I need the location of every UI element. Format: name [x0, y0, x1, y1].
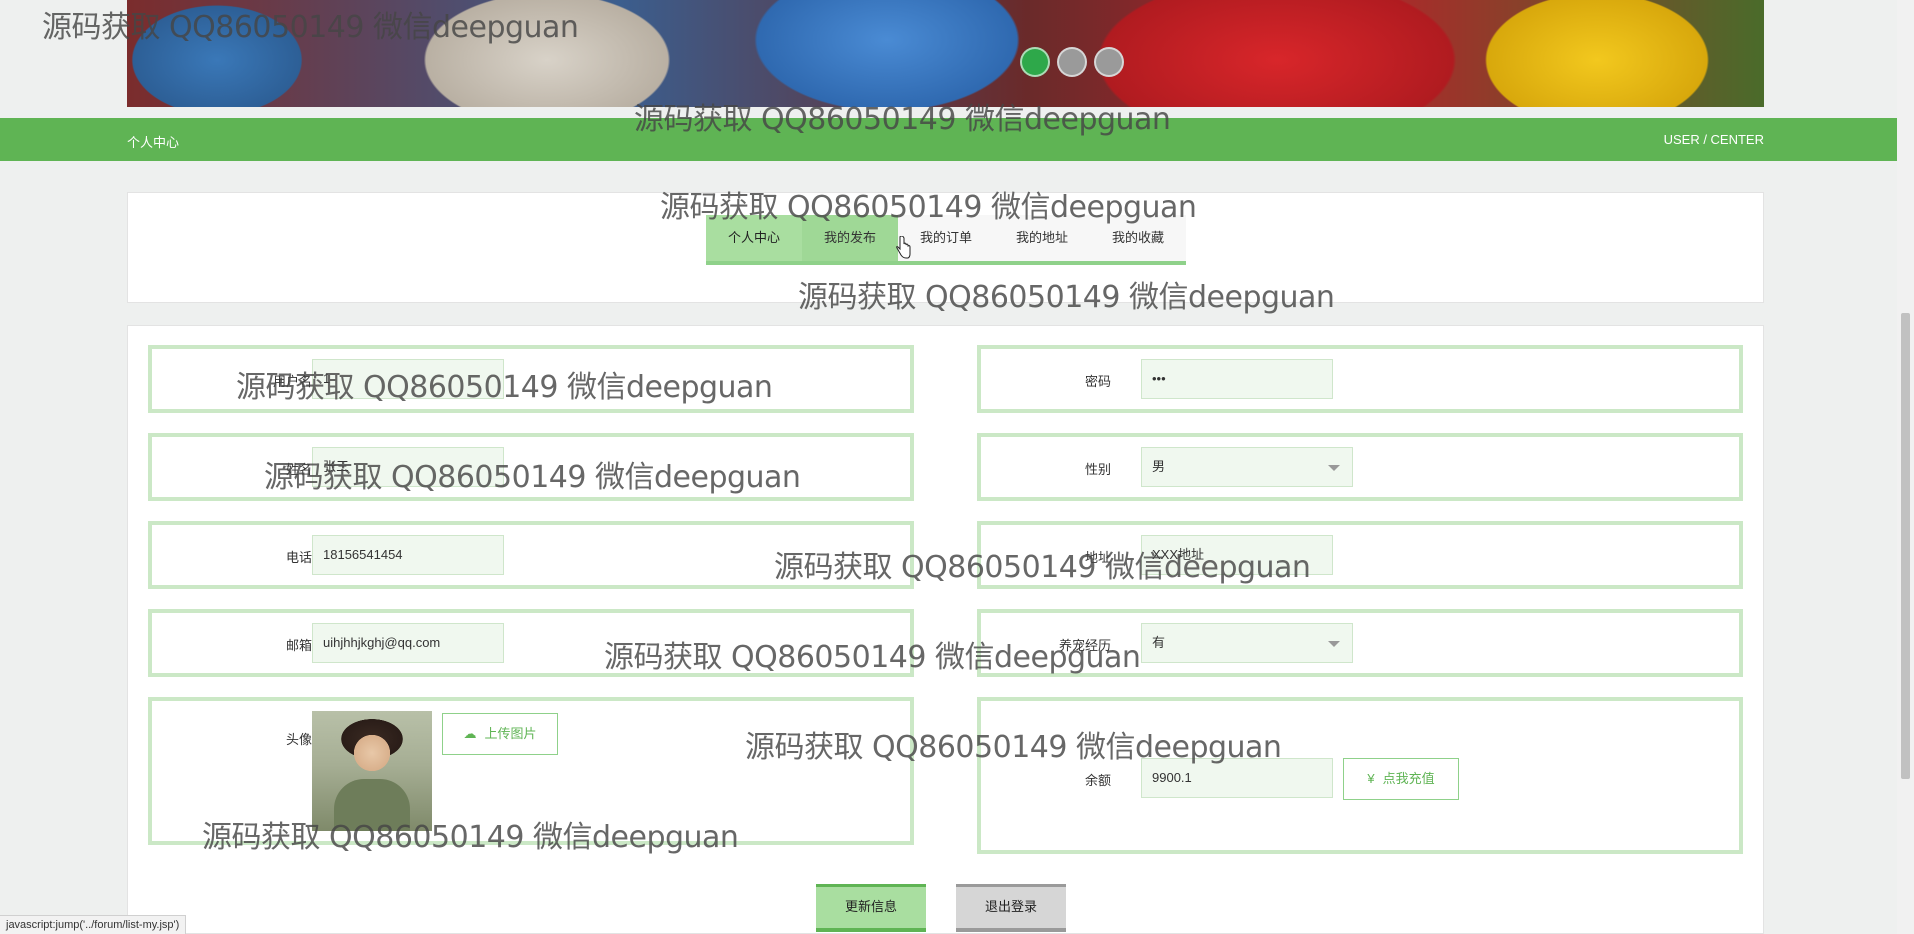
hand-cursor-icon	[896, 236, 911, 259]
watermark-text: 源码获取 QQ86050149 微信deepguan	[745, 730, 1282, 765]
upload-image-label: 上传图片	[484, 726, 537, 741]
pet-experience-select[interactable]: 有	[1141, 623, 1353, 663]
watermark-text: 源码获取 QQ86050149 微信deepguan	[202, 820, 739, 855]
browser-status-bar: javascript:jump('../forum/list-my.jsp')	[0, 915, 187, 934]
watermark-text: 源码获取 QQ86050149 微信deepguan	[264, 460, 801, 495]
gender-select-value: 男	[1152, 459, 1166, 474]
recharge-label: 点我充值	[1382, 771, 1435, 786]
password-input[interactable]: •••	[1141, 359, 1333, 399]
carousel-dot-3[interactable]	[1094, 47, 1124, 77]
watermark-text: 源码获取 QQ86050149 微信deepguan	[42, 10, 579, 45]
section-subtitle: USER / CENTER	[1663, 132, 1764, 147]
gender-field-group: 性别 男	[977, 433, 1743, 501]
upload-image-button[interactable]: ☁ 上传图片	[442, 713, 558, 755]
pet-experience-select-value: 有	[1152, 635, 1166, 650]
scrollbar-thumb[interactable]	[1901, 313, 1910, 779]
phone-label: 电话	[285, 550, 312, 565]
recharge-button[interactable]: ¥ 点我充值	[1343, 758, 1459, 800]
carousel-dot-2[interactable]	[1057, 47, 1087, 77]
watermark-text: 源码获取 QQ86050149 微信deepguan	[660, 190, 1197, 225]
avatar-label: 头像	[285, 732, 312, 747]
cloud-upload-icon: ☁	[463, 726, 477, 741]
email-label: 邮箱	[285, 638, 312, 653]
chevron-down-icon	[1328, 641, 1340, 647]
gender-label: 性别	[1084, 462, 1111, 477]
watermark-text: 源码获取 QQ86050149 微信deepguan	[774, 550, 1311, 585]
page-scrollbar[interactable]	[1897, 0, 1914, 934]
password-label: 密码	[1084, 374, 1111, 389]
balance-label: 余额	[1084, 773, 1111, 788]
carousel-dots	[1020, 47, 1124, 77]
watermark-text: 源码获取 QQ86050149 微信deepguan	[634, 102, 1171, 137]
email-input[interactable]: uihjhhjkghj@qq.com	[312, 623, 504, 663]
balance-field-group: 余额 9900.1 ¥ 点我充值	[977, 697, 1743, 854]
update-info-button[interactable]: 更新信息	[816, 884, 926, 932]
phone-input[interactable]: 18156541454	[312, 535, 504, 575]
yen-coin-icon: ¥	[1367, 771, 1375, 786]
watermark-text: 源码获取 QQ86050149 微信deepguan	[236, 370, 773, 405]
logout-button[interactable]: 退出登录	[956, 884, 1066, 932]
gender-select[interactable]: 男	[1141, 447, 1353, 487]
watermark-text: 源码获取 QQ86050149 微信deepguan	[604, 640, 1141, 675]
password-field-group: 密码 •••	[977, 345, 1743, 413]
carousel-dot-1[interactable]	[1020, 47, 1050, 77]
section-title: 个人中心	[127, 135, 180, 150]
watermark-text: 源码获取 QQ86050149 微信deepguan	[798, 280, 1335, 315]
chevron-down-icon	[1328, 465, 1340, 471]
